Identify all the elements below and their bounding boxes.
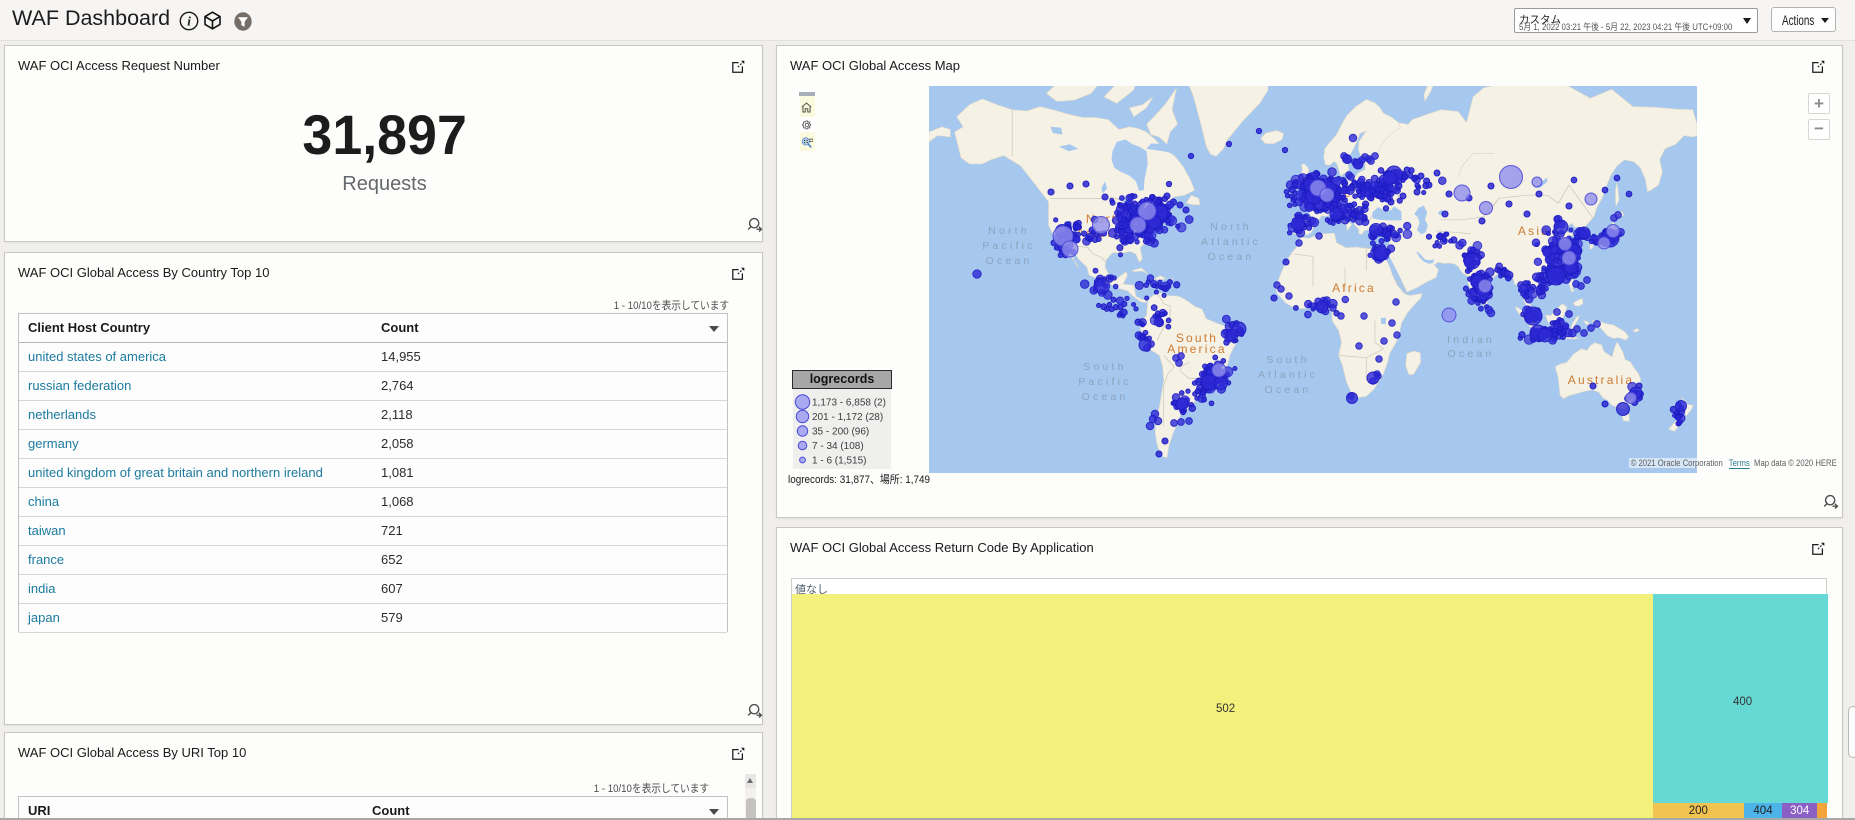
svg-text:i: i: [187, 14, 191, 29]
svg-text:201 - 1,172 (28): 201 - 1,172 (28): [812, 412, 883, 423]
svg-text:North: North: [1210, 221, 1252, 233]
svg-text:North: North: [988, 225, 1030, 237]
svg-text:Pacific: Pacific: [982, 240, 1035, 252]
svg-text:South: South: [1083, 361, 1126, 373]
svg-text:1,173 - 6,858 (2): 1,173 - 6,858 (2): [812, 398, 886, 409]
svg-text:Ocean: Ocean: [1448, 348, 1495, 360]
svg-text:Atlantic: Atlantic: [1258, 369, 1318, 381]
svg-text:America: America: [1167, 342, 1226, 356]
svg-text:7 - 34 (108): 7 - 34 (108): [812, 441, 864, 452]
svg-text:Ocean: Ocean: [1208, 251, 1255, 263]
svg-text:35 - 200 (96): 35 - 200 (96): [812, 427, 869, 438]
svg-text:Atlantic: Atlantic: [1201, 236, 1261, 248]
svg-text:Ocean: Ocean: [1265, 384, 1312, 396]
svg-text:1 - 6 (1,515): 1 - 6 (1,515): [812, 456, 866, 467]
svg-text:Pacific: Pacific: [1078, 376, 1131, 388]
svg-text:Ocean: Ocean: [1082, 391, 1129, 403]
svg-text:Africa: Africa: [1332, 281, 1376, 295]
svg-text:South: South: [1266, 354, 1309, 366]
svg-text:Ocean: Ocean: [986, 255, 1033, 267]
svg-text:Indian: Indian: [1447, 334, 1495, 346]
svg-text:Australia: Australia: [1568, 373, 1635, 387]
